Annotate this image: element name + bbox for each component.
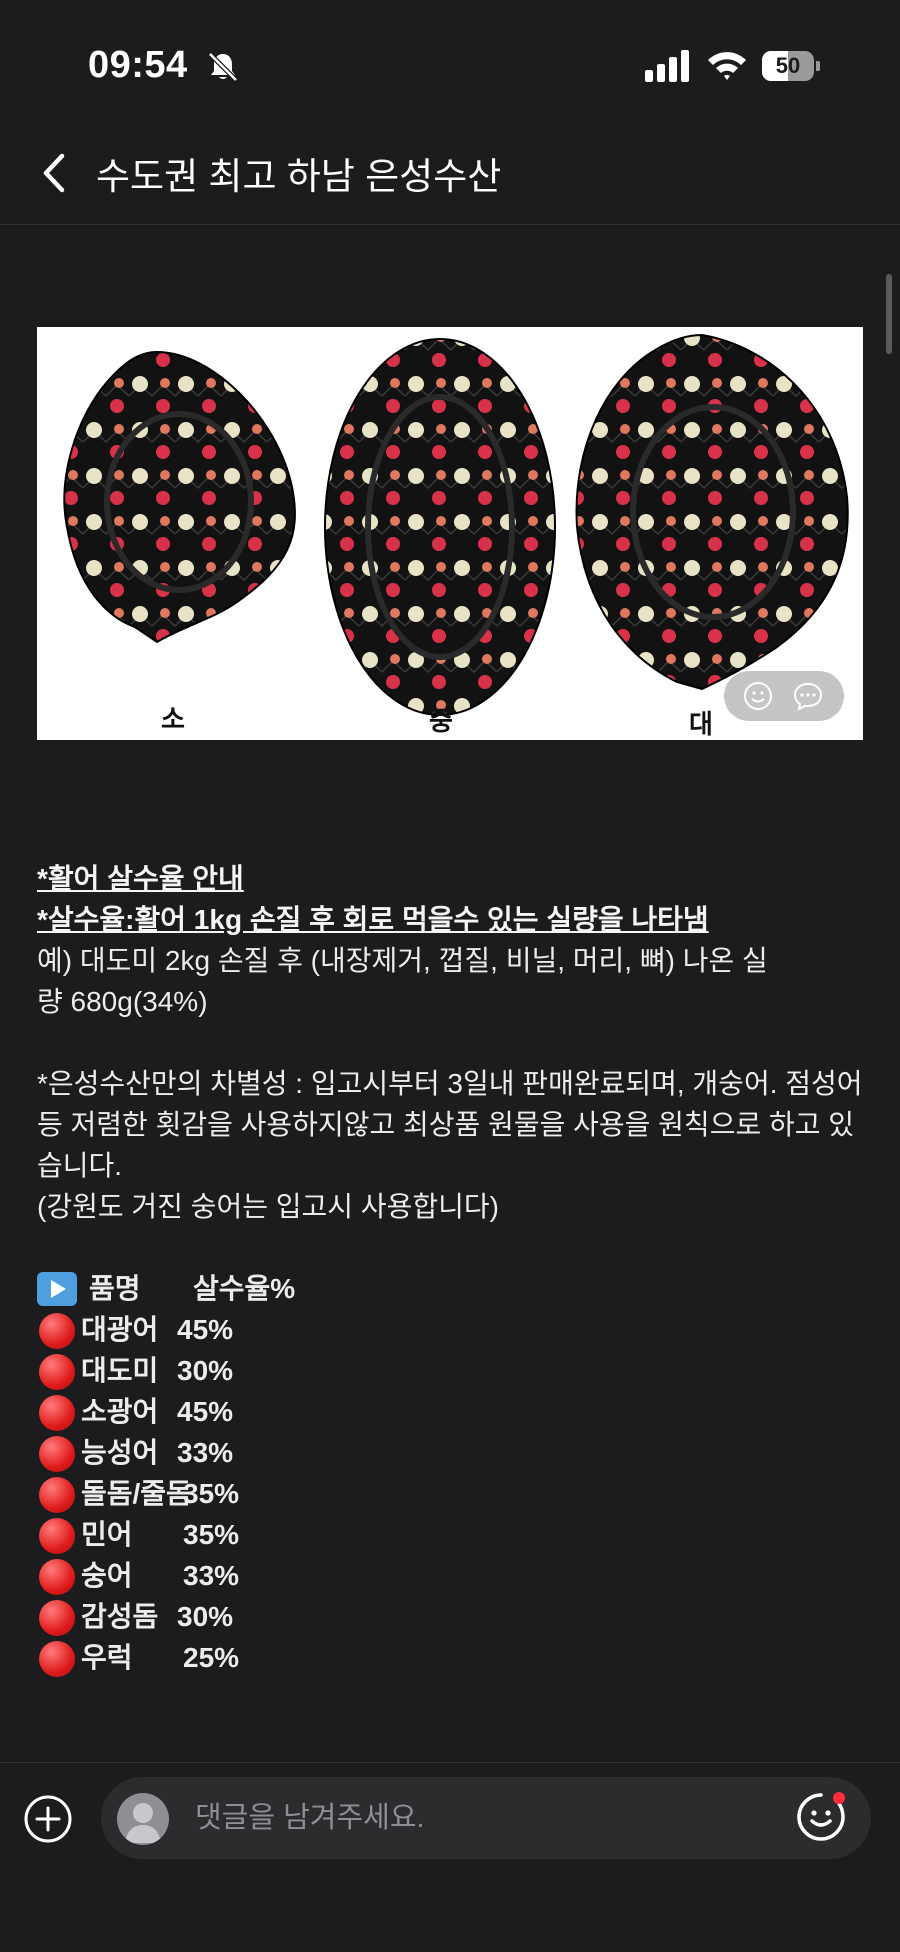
scrollbar[interactable] — [886, 274, 892, 354]
fish-name: 대도미 — [81, 1355, 159, 1386]
wifi-icon — [708, 52, 746, 80]
fish-name: 돌돔/줄돔 — [81, 1478, 192, 1509]
yield-rate: 45% — [177, 1396, 234, 1427]
red-circle-icon — [39, 1641, 75, 1677]
yield-rate: 45% — [177, 1314, 234, 1345]
back-arrow-icon[interactable] — [36, 148, 70, 198]
yield-rate: 30% — [177, 1601, 234, 1632]
red-circle-icon — [39, 1354, 75, 1390]
yield-table-row: 감성돔 30% — [37, 1596, 867, 1637]
yield-table-row: 대도미 30% — [37, 1350, 867, 1391]
yield-table-row: 숭어 33% — [37, 1555, 867, 1596]
add-plus-icon[interactable] — [22, 1793, 74, 1845]
yield-rate: 33% — [183, 1560, 240, 1591]
yield-rate: 25% — [183, 1642, 240, 1673]
user-avatar — [117, 1793, 169, 1845]
battery-indicator: 50 — [762, 51, 820, 81]
red-circle-icon — [39, 1559, 75, 1595]
yield-rate: 35% — [183, 1478, 240, 1509]
red-circle-icon — [39, 1436, 75, 1472]
sticker-emoji-icon[interactable] — [793, 1789, 849, 1845]
yield-table-row: 대광어 45% — [37, 1309, 867, 1350]
yield-table-header: 품명 살수율% — [37, 1268, 867, 1309]
yield-table-row: 민어 35% — [37, 1514, 867, 1555]
post-subheading: *살수율:활어 1kg 손질 후 회로 먹을수 있는 실량을 나타냄 — [37, 904, 709, 935]
post-note: (강원도 거진 숭어는 입고시 사용합니다) — [37, 1191, 499, 1222]
size-label-large: 대 — [689, 709, 713, 739]
post-heading: *활어 살수율 안내 — [37, 863, 244, 894]
status-time: 09:54 — [88, 44, 188, 86]
photo-reaction-buttons — [724, 671, 844, 721]
smiley-reaction-icon[interactable] — [742, 680, 774, 712]
post-differentiation: *은성수산만의 차별성 : 입고시부터 3일내 판매완료되며, 개숭어. 점성어… — [37, 1068, 863, 1181]
fish-name: 우럭 — [81, 1642, 133, 1673]
post-example-line: 예) 대도미 2kg 손질 후 (내장제거, 껍질, 비닐, 머리, 뼈) 나온… — [37, 945, 768, 976]
yield-table-row: 능성어 33% — [37, 1432, 867, 1473]
cellular-signal-icon — [645, 50, 689, 82]
post-body: *활어 살수율 안내 *살수율:활어 1kg 손질 후 회로 먹을수 있는 실량… — [37, 858, 867, 1678]
yield-rate: 30% — [177, 1355, 234, 1386]
bell-muted-icon — [208, 52, 238, 82]
play-button-icon — [37, 1272, 77, 1306]
red-circle-icon — [39, 1518, 75, 1554]
yield-table-row: 우럭 25% — [37, 1637, 867, 1678]
red-circle-icon — [39, 1600, 75, 1636]
page-title: 수도권 최고 하남 은성수산 — [96, 156, 502, 197]
red-circle-icon — [39, 1477, 75, 1513]
yield-table-row: 돌돔/줄돔 35% — [37, 1473, 867, 1514]
yield-rate: 33% — [177, 1437, 234, 1468]
status-bar: 09:54 50 — [0, 0, 900, 120]
fish-name: 능성어 — [81, 1437, 159, 1468]
yield-rate: 35% — [183, 1519, 240, 1550]
default-avatar-icon — [125, 1803, 161, 1843]
red-circle-icon — [39, 1313, 75, 1349]
fish-name: 소광어 — [81, 1396, 159, 1427]
fish-name: 대광어 — [81, 1314, 159, 1345]
post-example-line: 량 680g(34%) — [37, 986, 208, 1017]
table-header-rate: 살수율% — [193, 1273, 296, 1304]
comment-bubble-icon[interactable] — [792, 680, 824, 712]
red-circle-icon — [39, 1395, 75, 1431]
table-header-name: 품명 — [89, 1273, 141, 1304]
yield-table-row: 소광어 45% — [37, 1391, 867, 1432]
comment-input-container — [101, 1777, 871, 1859]
size-label-small: 소 — [161, 704, 185, 734]
fish-name: 민어 — [81, 1519, 133, 1550]
fish-name: 감성돔 — [81, 1601, 159, 1632]
battery-percent: 50 — [775, 53, 801, 78]
size-label-medium: 중 — [429, 706, 453, 736]
fish-name: 숭어 — [81, 1560, 133, 1591]
comment-input[interactable] — [193, 1791, 737, 1845]
